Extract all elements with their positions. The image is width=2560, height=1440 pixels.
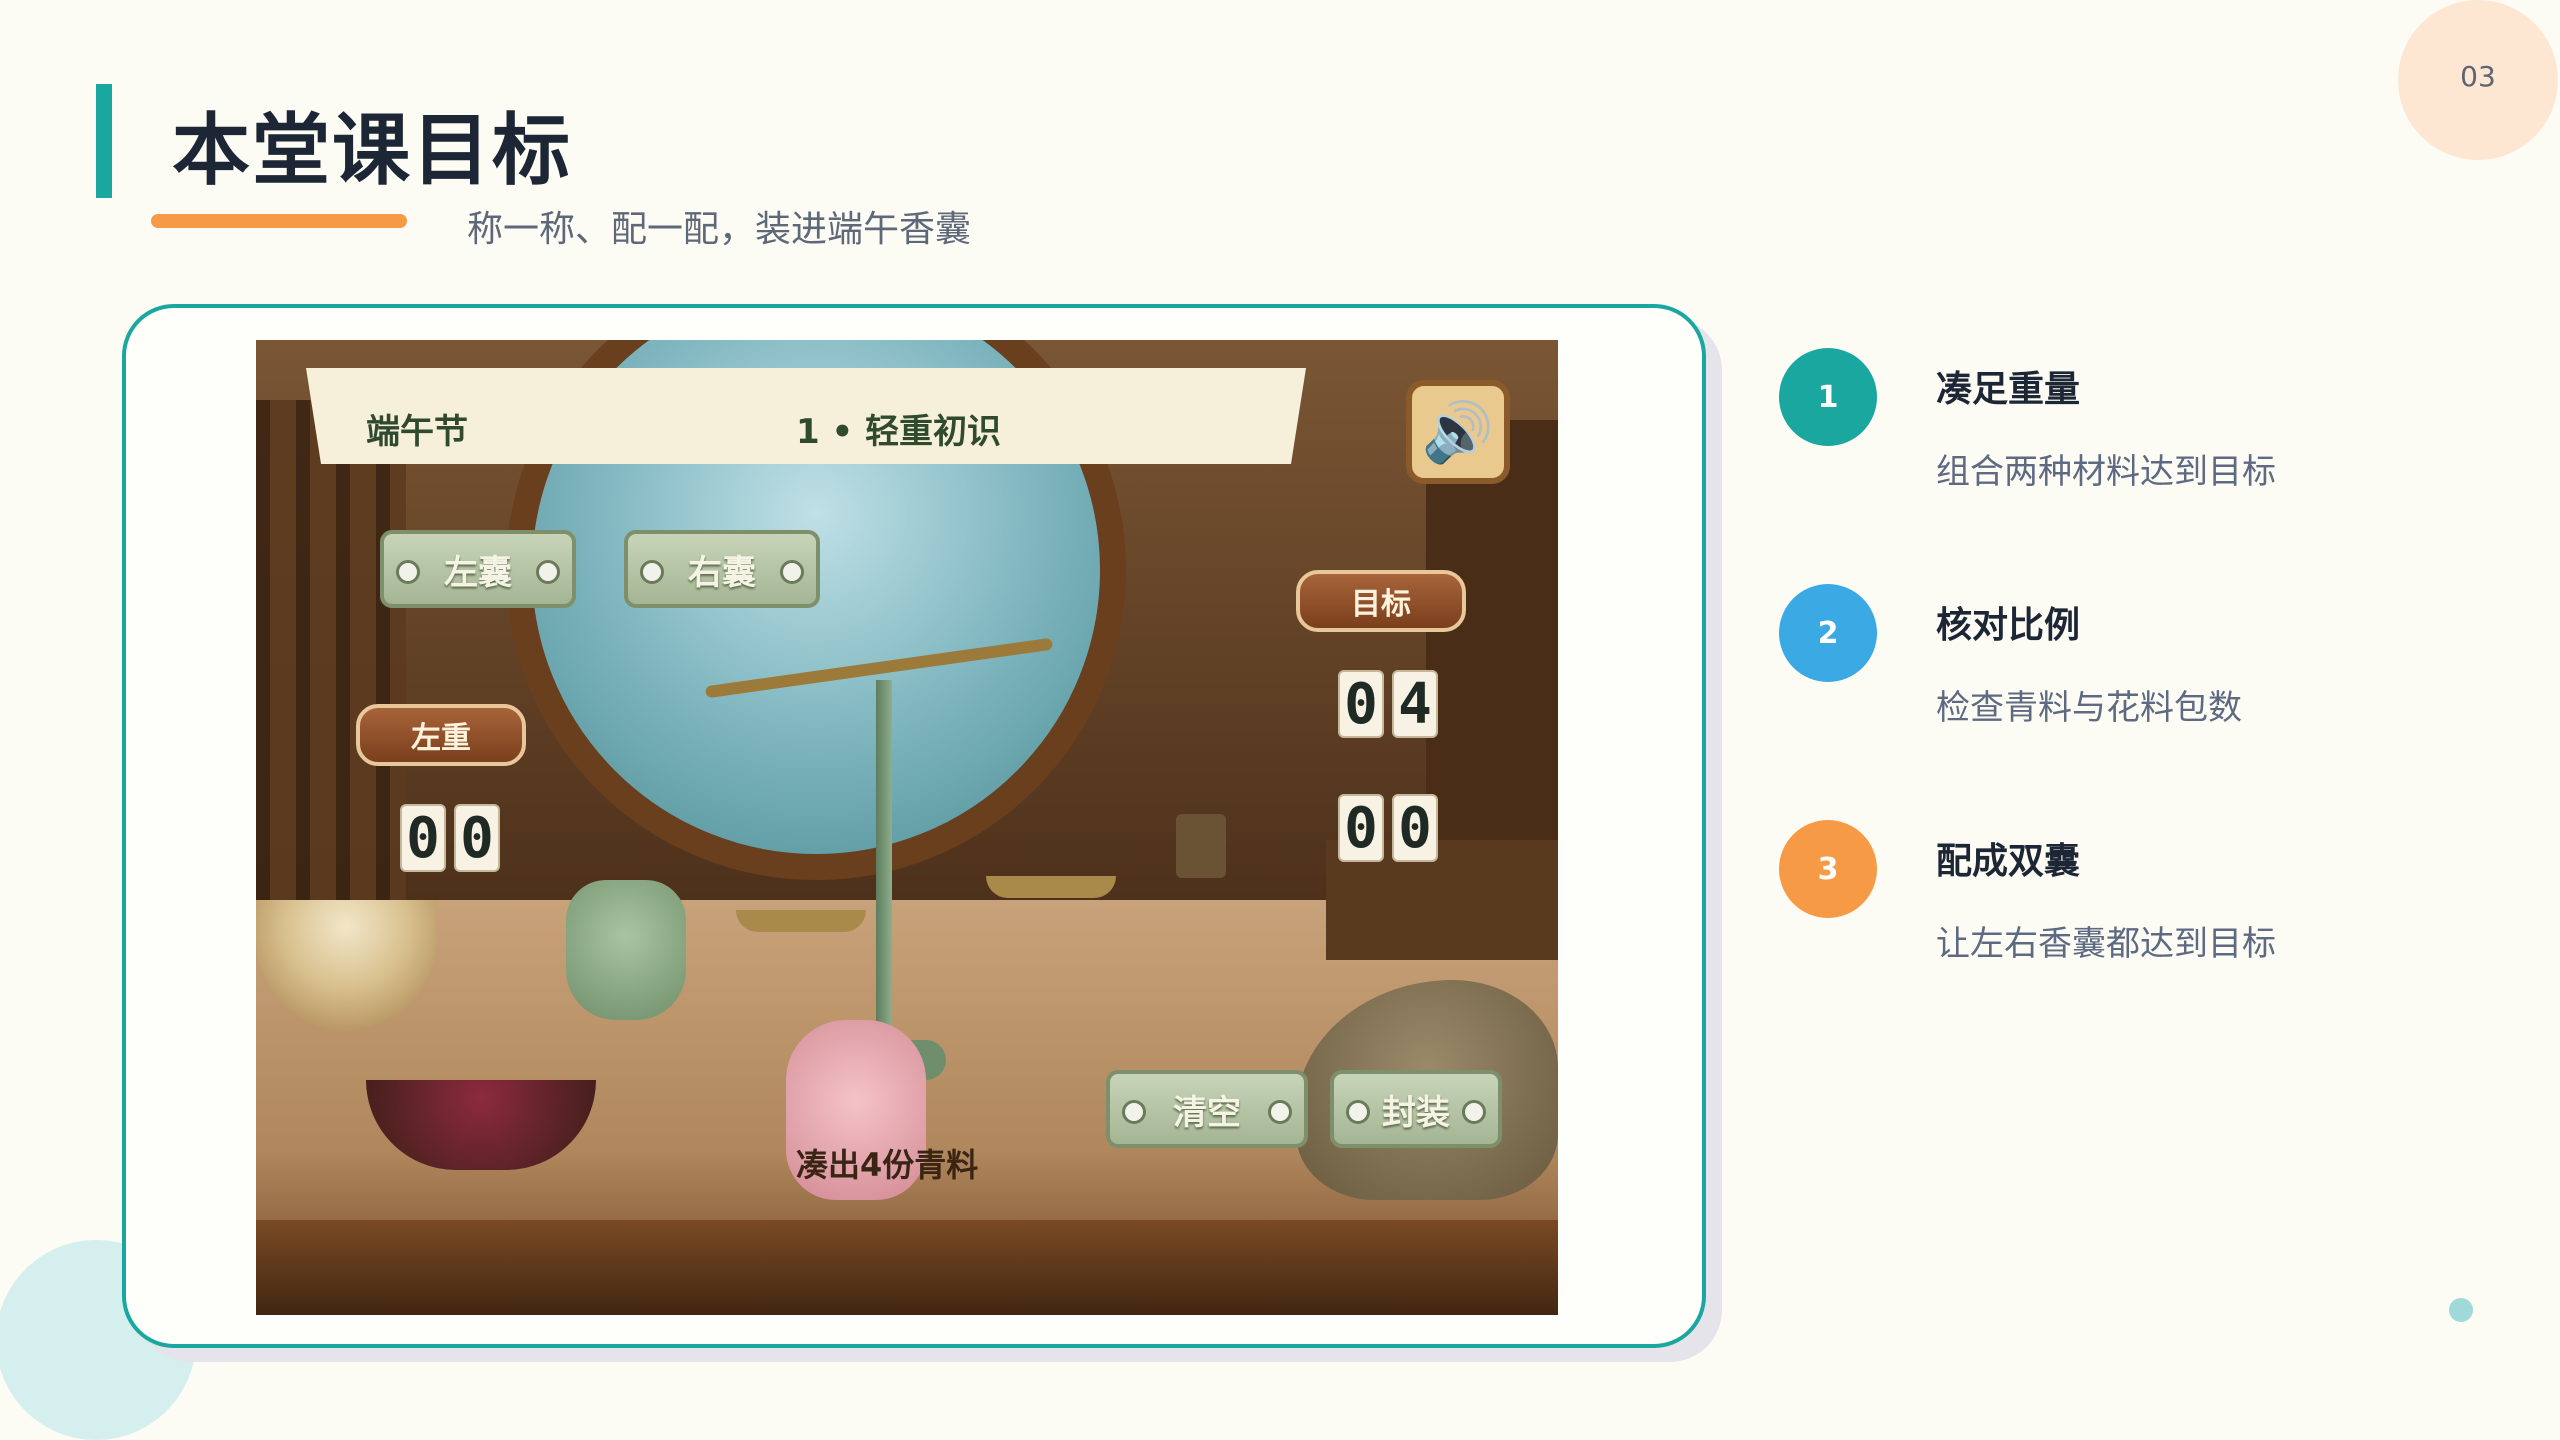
speaker-icon: 🔊 [1421,397,1495,466]
scale-pan-right[interactable] [986,876,1116,898]
goal-title: 配成双囊 [1936,841,2081,882]
goal-description: 检查青料与花料包数 [1936,688,2242,728]
digit: 0 [1338,670,1384,738]
right-bag-label: 右囊 [688,552,756,593]
digit: 0 [400,804,446,872]
left-bag-button[interactable]: 左囊 [380,530,576,608]
scale-pan-left[interactable] [736,910,866,932]
digit: 4 [1392,670,1438,738]
goal-title: 凑足重量 [1936,369,2081,410]
seal-button[interactable]: 封装 [1330,1070,1502,1148]
target-counter-top: 0 4 [1338,670,1438,738]
weight-block[interactable] [1176,814,1226,878]
page-number: 03 [2460,60,2496,93]
clear-button[interactable]: 清空 [1106,1070,1308,1148]
digit: 0 [454,804,500,872]
green-sachet[interactable] [566,880,686,1020]
goal-number-badge: 2 [1779,584,1877,682]
scale-pole [876,680,892,1070]
seal-label: 封装 [1382,1092,1450,1133]
left-weight-tag: 左重 [356,704,526,766]
page-title: 本堂课目标 [172,106,573,196]
page-subtitle: 称一称、配一配，装进端午香囊 [467,209,972,250]
title-underline [151,214,407,228]
target-counter-bottom: 0 0 [1338,794,1438,862]
right-bag-button[interactable]: 右囊 [624,530,820,608]
digit: 0 [1338,794,1384,862]
clear-label: 清空 [1173,1092,1241,1133]
goal-description: 让左右香囊都达到目标 [1936,924,2276,964]
goal-description: 组合两种材料达到目标 [1936,452,2276,492]
game-screenshot: 端午节 1 • 轻重初识 🔊 左囊 右囊 清空 封装 左重 目标 0 0 0 4… [256,340,1558,1315]
goal-number-badge: 1 [1779,348,1877,446]
digit: 0 [1392,794,1438,862]
table-edge [256,1220,1558,1315]
goal-number-badge: 3 [1779,820,1877,918]
sound-button[interactable]: 🔊 [1406,380,1510,484]
game-festival-label: 端午节 [366,412,468,452]
target-tag: 目标 [1296,570,1466,632]
decorative-dot [2449,1298,2473,1322]
game-level-label: 1 • 轻重初识 [796,412,1002,452]
game-caption: 凑出4份青料 [796,1146,979,1184]
goal-title: 核对比例 [1936,605,2081,646]
left-weight-counter: 0 0 [400,804,500,872]
title-accent-bar [96,84,112,198]
left-bag-label: 左囊 [444,552,512,593]
